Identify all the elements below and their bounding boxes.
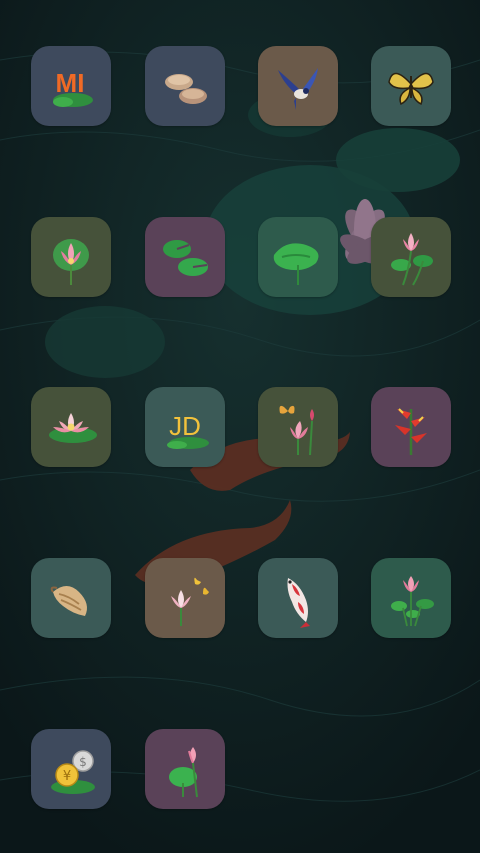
heliconia-flower-icon bbox=[395, 408, 427, 455]
app-icon-lotus-plant[interactable] bbox=[371, 558, 451, 638]
pebbles-icon bbox=[165, 74, 207, 104]
app-icon-coins[interactable]: $ ¥ bbox=[31, 729, 111, 809]
lotus-butterfly-icon bbox=[279, 405, 314, 456]
swallow-bird-icon bbox=[278, 68, 318, 110]
app-icon-pink-lotus[interactable] bbox=[371, 217, 451, 297]
lily-pads-icon bbox=[163, 240, 208, 276]
jd-logo-icon: JD bbox=[167, 411, 209, 449]
butterfly-icon bbox=[388, 72, 434, 106]
mi-logo-icon: MI bbox=[53, 68, 93, 107]
app-icon-green-leaf[interactable] bbox=[258, 217, 338, 297]
app-icon-lily-pads[interactable] bbox=[145, 217, 225, 297]
koi-fish-icon bbox=[287, 578, 310, 628]
gold-coin-symbol: ¥ bbox=[63, 769, 71, 784]
app-icon-jd[interactable]: JD bbox=[145, 387, 225, 467]
water-lily-icon bbox=[49, 413, 97, 443]
app-icon-stones[interactable] bbox=[145, 46, 225, 126]
lotus-plant-icon bbox=[391, 576, 434, 627]
app-grid: MI JD $ ¥ bbox=[0, 0, 480, 853]
app-icon-butterfly[interactable] bbox=[371, 46, 451, 126]
lotus-leaf-icon bbox=[273, 243, 319, 285]
seashell-icon bbox=[50, 586, 87, 616]
app-icon-koi[interactable] bbox=[258, 558, 338, 638]
app-icon-shell[interactable] bbox=[31, 558, 111, 638]
app-icon-water-lily[interactable] bbox=[31, 387, 111, 467]
app-icon-lotus-butterflies[interactable] bbox=[145, 558, 225, 638]
pink-lotus-icon bbox=[391, 233, 433, 286]
app-icon-lotus-bud[interactable] bbox=[145, 729, 225, 809]
app-icon-swallow[interactable] bbox=[258, 46, 338, 126]
mi-logo-text: MI bbox=[56, 68, 85, 98]
lotus-butterflies-icon bbox=[171, 577, 209, 626]
silver-coin-symbol: $ bbox=[79, 755, 87, 769]
lotus-bud-icon bbox=[169, 747, 198, 798]
lotus-on-leaf-icon bbox=[53, 239, 89, 285]
app-icon-mi[interactable]: MI bbox=[31, 46, 111, 126]
jd-logo-text: JD bbox=[169, 411, 201, 441]
app-icon-lotus-butterfly[interactable] bbox=[258, 387, 338, 467]
app-icon-lotus-leaf[interactable] bbox=[31, 217, 111, 297]
app-icon-heliconia[interactable] bbox=[371, 387, 451, 467]
coins-icon: $ ¥ bbox=[51, 750, 95, 794]
